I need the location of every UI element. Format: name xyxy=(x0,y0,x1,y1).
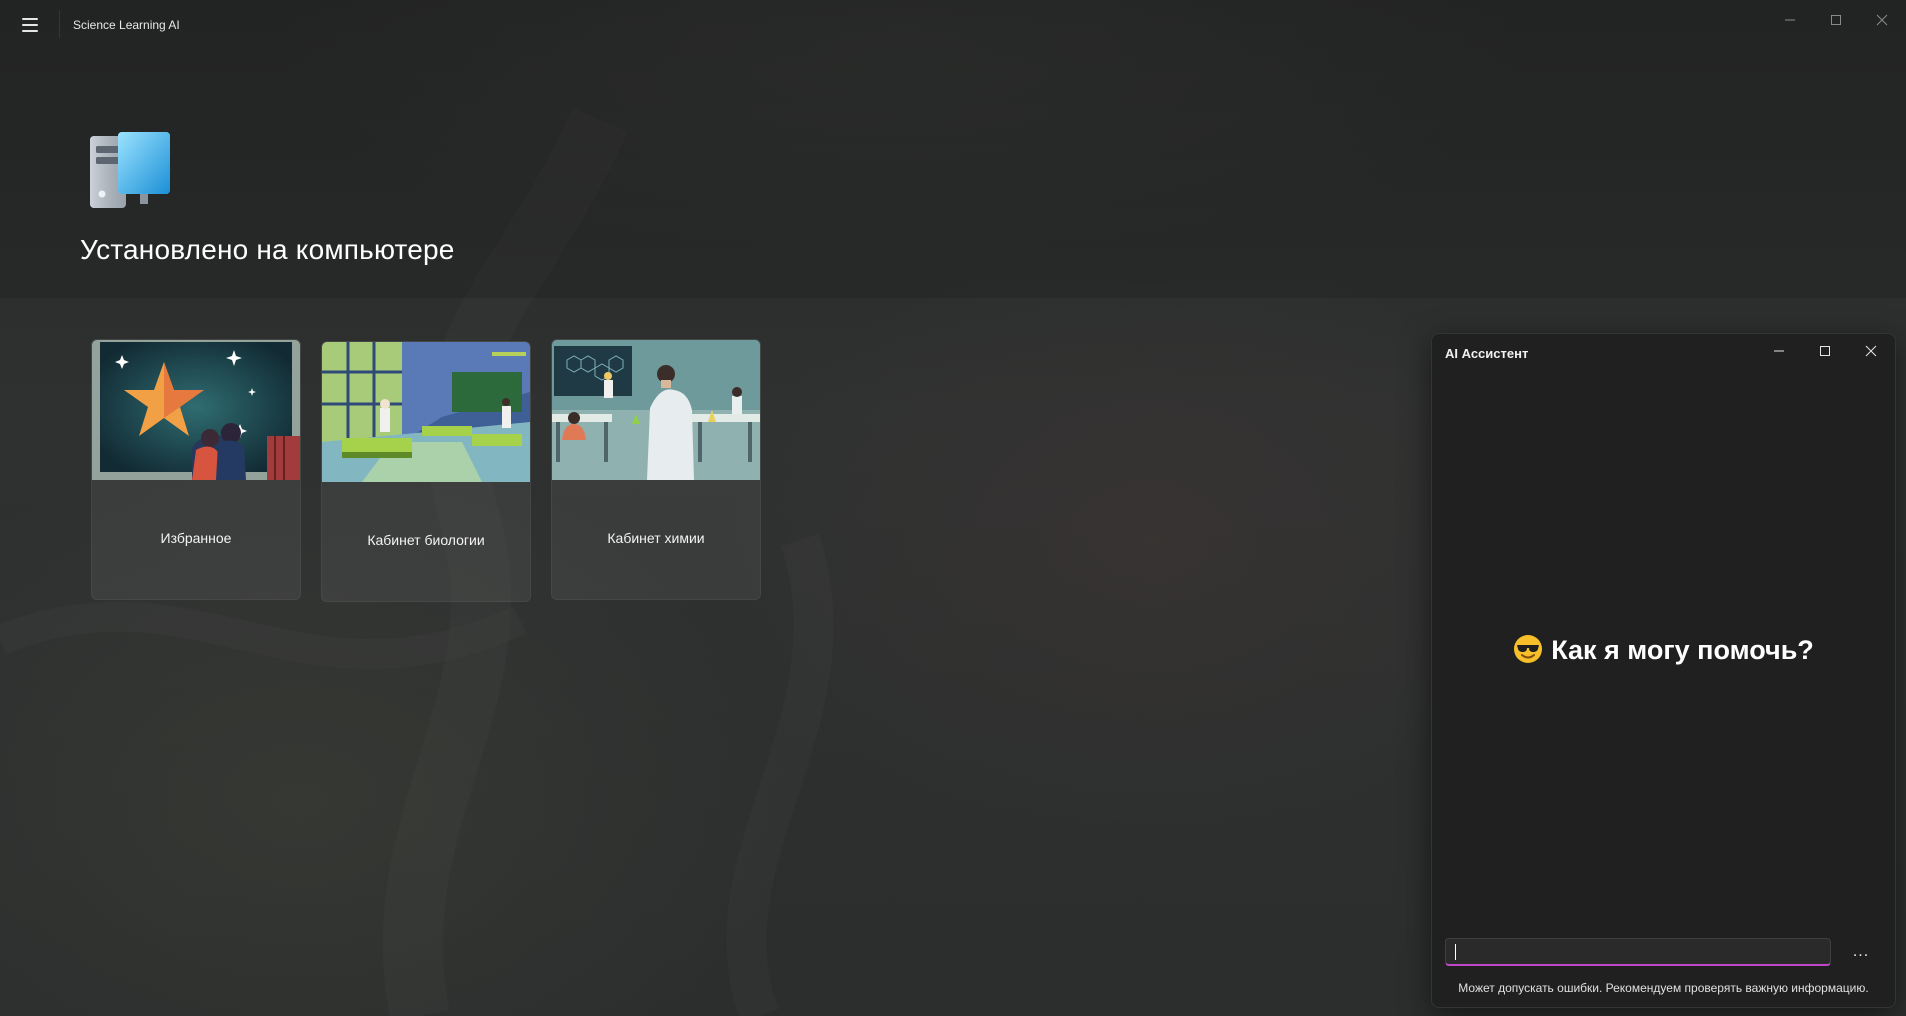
more-icon: ... xyxy=(1852,943,1870,960)
chat-input[interactable] xyxy=(1446,939,1830,964)
card-chemistry[interactable]: Кабинет химии xyxy=(551,339,761,600)
assistant-title: AI Ассистент xyxy=(1445,346,1529,361)
assistant-greeting: Как я могу помочь? xyxy=(1432,634,1895,666)
page-title: Установлено на компьютере xyxy=(80,234,455,265)
maximize-icon xyxy=(1820,346,1830,356)
assistant-minimize-button[interactable] xyxy=(1756,336,1802,366)
assistant-disclaimer: Может допускать ошибки. Рекомендуем пров… xyxy=(1458,981,1869,995)
card-favorites[interactable]: Избранное xyxy=(91,339,301,600)
biology-lab-illustration xyxy=(322,342,530,482)
ai-assistant-panel: AI Ассистент Как я могу помочь? ... Може… xyxy=(1431,333,1896,1008)
minimize-button[interactable] xyxy=(1767,6,1813,34)
more-options-button[interactable]: ... xyxy=(1844,938,1878,966)
minimize-icon xyxy=(1774,350,1784,352)
close-icon xyxy=(1865,345,1877,357)
title-separator xyxy=(59,10,60,38)
assistant-maximize-button[interactable] xyxy=(1802,336,1848,366)
app-title: Science Learning AI xyxy=(73,18,180,32)
assistant-close-button[interactable] xyxy=(1848,336,1894,366)
card-label: Кабинет биологии xyxy=(367,532,485,548)
star-classroom-illustration xyxy=(92,340,300,480)
card-label: Избранное xyxy=(160,530,232,546)
minimize-icon xyxy=(1785,19,1795,21)
greeting-text: Как я могу помочь? xyxy=(1551,635,1814,665)
close-icon xyxy=(1876,14,1888,26)
chemistry-lab-illustration xyxy=(552,340,760,480)
maximize-button[interactable] xyxy=(1813,6,1859,34)
card-biology[interactable]: Кабинет биологии xyxy=(321,341,531,602)
maximize-icon xyxy=(1831,15,1841,25)
text-caret xyxy=(1455,944,1456,960)
close-button[interactable] xyxy=(1859,6,1905,34)
card-label: Кабинет химии xyxy=(607,530,705,546)
sunglasses-face-icon xyxy=(1514,635,1543,663)
chat-input-box[interactable] xyxy=(1445,938,1831,966)
computer-icon xyxy=(90,132,170,208)
title-bar: Science Learning AI xyxy=(0,0,1906,48)
menu-icon[interactable] xyxy=(16,12,44,38)
